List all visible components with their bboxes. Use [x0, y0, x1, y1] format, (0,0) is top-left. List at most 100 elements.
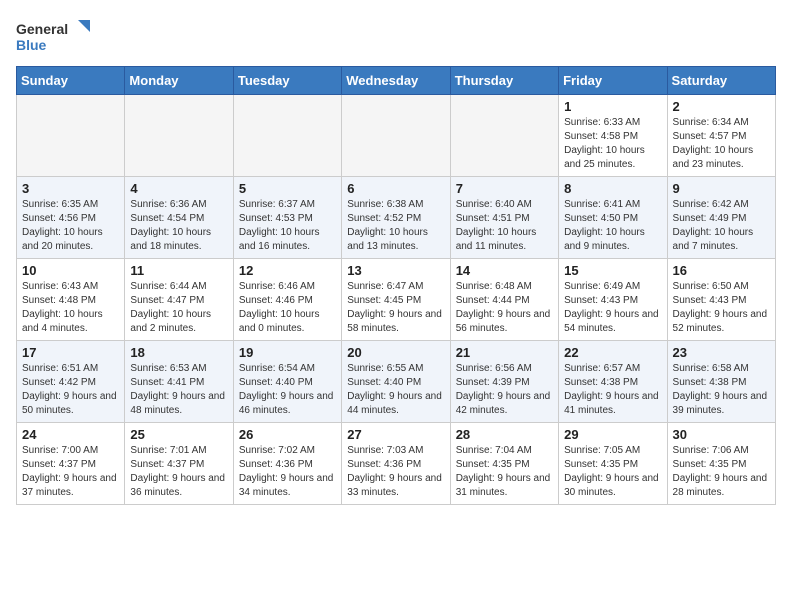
day-number: 20 [347, 345, 444, 360]
day-number: 18 [130, 345, 227, 360]
calendar-cell: 10 Sunrise: 6:43 AM Sunset: 4:48 PM Dayli… [17, 259, 125, 341]
day-info: Sunrise: 6:55 AM Sunset: 4:40 PM Dayligh… [347, 362, 444, 418]
calendar-cell [450, 95, 558, 177]
day-info: Sunrise: 6:57 AM Sunset: 4:38 PM Dayligh… [564, 362, 661, 418]
calendar-cell: 26 Sunrise: 7:02 AM Sunset: 4:36 PM Dayli… [233, 423, 341, 505]
day-info: Sunrise: 7:03 AM Sunset: 4:36 PM Dayligh… [347, 444, 444, 500]
day-number: 10 [22, 263, 119, 278]
calendar-cell: 23 Sunrise: 6:58 AM Sunset: 4:38 PM Dayli… [667, 341, 775, 423]
calendar-cell [342, 95, 450, 177]
calendar-cell: 4 Sunrise: 6:36 AM Sunset: 4:54 PM Daylig… [125, 177, 233, 259]
weekday-header-monday: Monday [125, 67, 233, 95]
calendar-cell [125, 95, 233, 177]
calendar-cell: 15 Sunrise: 6:49 AM Sunset: 4:43 PM Dayli… [559, 259, 667, 341]
calendar-cell: 14 Sunrise: 6:48 AM Sunset: 4:44 PM Dayli… [450, 259, 558, 341]
day-number: 29 [564, 427, 661, 442]
day-number: 23 [673, 345, 770, 360]
day-info: Sunrise: 6:34 AM Sunset: 4:57 PM Dayligh… [673, 116, 770, 172]
calendar-cell: 27 Sunrise: 7:03 AM Sunset: 4:36 PM Dayli… [342, 423, 450, 505]
day-info: Sunrise: 6:58 AM Sunset: 4:38 PM Dayligh… [673, 362, 770, 418]
calendar-cell: 22 Sunrise: 6:57 AM Sunset: 4:38 PM Dayli… [559, 341, 667, 423]
day-number: 13 [347, 263, 444, 278]
calendar-cell: 9Sunrise: 6:42 AM Sunset: 4:49 PM Daylig… [667, 177, 775, 259]
logo: General Blue [16, 16, 96, 56]
weekday-header-saturday: Saturday [667, 67, 775, 95]
day-info: Sunrise: 6:53 AM Sunset: 4:41 PM Dayligh… [130, 362, 227, 418]
calendar-cell: 12 Sunrise: 6:46 AM Sunset: 4:46 PM Dayli… [233, 259, 341, 341]
day-number: 9 [673, 181, 770, 196]
day-info: Sunrise: 6:54 AM Sunset: 4:40 PM Dayligh… [239, 362, 336, 418]
day-info: Sunrise: 6:44 AM Sunset: 4:47 PM Dayligh… [130, 280, 227, 336]
day-number: 8 [564, 181, 661, 196]
day-number: 5 [239, 181, 336, 196]
calendar-cell: 25Sunrise: 7:01 AM Sunset: 4:37 PM Dayli… [125, 423, 233, 505]
calendar-cell: 8 Sunrise: 6:41 AM Sunset: 4:50 PM Daylig… [559, 177, 667, 259]
calendar-cell: 28Sunrise: 7:04 AM Sunset: 4:35 PM Dayli… [450, 423, 558, 505]
day-info: Sunrise: 6:43 AM Sunset: 4:48 PM Dayligh… [22, 280, 119, 336]
day-number: 24 [22, 427, 119, 442]
calendar-week-1: 1 Sunrise: 6:33 AM Sunset: 4:58 PM Daylig… [17, 95, 776, 177]
weekday-header-tuesday: Tuesday [233, 67, 341, 95]
calendar-cell: 13 Sunrise: 6:47 AM Sunset: 4:45 PM Dayli… [342, 259, 450, 341]
day-info: Sunrise: 6:46 AM Sunset: 4:46 PM Dayligh… [239, 280, 336, 336]
weekday-header-sunday: Sunday [17, 67, 125, 95]
logo-svg: General Blue [16, 16, 96, 56]
day-number: 4 [130, 181, 227, 196]
day-info: Sunrise: 6:56 AM Sunset: 4:39 PM Dayligh… [456, 362, 553, 418]
day-number: 17 [22, 345, 119, 360]
day-info: Sunrise: 6:49 AM Sunset: 4:43 PM Dayligh… [564, 280, 661, 336]
weekday-header-thursday: Thursday [450, 67, 558, 95]
day-info: Sunrise: 7:00 AM Sunset: 4:37 PM Dayligh… [22, 444, 119, 500]
calendar-week-5: 24 Sunrise: 7:00 AM Sunset: 4:37 PM Dayli… [17, 423, 776, 505]
calendar-cell: 29 Sunrise: 7:05 AM Sunset: 4:35 PM Dayli… [559, 423, 667, 505]
calendar-cell: 3 Sunrise: 6:35 AM Sunset: 4:56 PM Daylig… [17, 177, 125, 259]
calendar-cell: 30 Sunrise: 7:06 AM Sunset: 4:35 PM Dayli… [667, 423, 775, 505]
day-number: 11 [130, 263, 227, 278]
day-number: 12 [239, 263, 336, 278]
day-info: Sunrise: 6:33 AM Sunset: 4:58 PM Dayligh… [564, 116, 661, 172]
day-info: Sunrise: 6:48 AM Sunset: 4:44 PM Dayligh… [456, 280, 553, 336]
calendar-week-3: 10 Sunrise: 6:43 AM Sunset: 4:48 PM Dayli… [17, 259, 776, 341]
day-info: Sunrise: 7:06 AM Sunset: 4:35 PM Dayligh… [673, 444, 770, 500]
day-number: 15 [564, 263, 661, 278]
day-number: 7 [456, 181, 553, 196]
calendar-cell: 18 Sunrise: 6:53 AM Sunset: 4:41 PM Dayli… [125, 341, 233, 423]
day-number: 6 [347, 181, 444, 196]
day-info: Sunrise: 6:38 AM Sunset: 4:52 PM Dayligh… [347, 198, 444, 254]
header: General Blue [16, 16, 776, 56]
weekday-header-row: SundayMondayTuesdayWednesdayThursdayFrid… [17, 67, 776, 95]
svg-text:Blue: Blue [16, 37, 47, 53]
day-number: 30 [673, 427, 770, 442]
day-number: 14 [456, 263, 553, 278]
calendar-cell [17, 95, 125, 177]
weekday-header-wednesday: Wednesday [342, 67, 450, 95]
day-info: Sunrise: 6:36 AM Sunset: 4:54 PM Dayligh… [130, 198, 227, 254]
calendar-week-2: 3 Sunrise: 6:35 AM Sunset: 4:56 PM Daylig… [17, 177, 776, 259]
day-info: Sunrise: 7:02 AM Sunset: 4:36 PM Dayligh… [239, 444, 336, 500]
calendar-cell: 20 Sunrise: 6:55 AM Sunset: 4:40 PM Dayli… [342, 341, 450, 423]
day-number: 21 [456, 345, 553, 360]
day-number: 1 [564, 99, 661, 114]
calendar-cell: 7Sunrise: 6:40 AM Sunset: 4:51 PM Daylig… [450, 177, 558, 259]
calendar-cell: 5 Sunrise: 6:37 AM Sunset: 4:53 PM Daylig… [233, 177, 341, 259]
calendar-cell: 2 Sunrise: 6:34 AM Sunset: 4:57 PM Daylig… [667, 95, 775, 177]
day-info: Sunrise: 6:47 AM Sunset: 4:45 PM Dayligh… [347, 280, 444, 336]
day-info: Sunrise: 6:35 AM Sunset: 4:56 PM Dayligh… [22, 198, 119, 254]
day-number: 27 [347, 427, 444, 442]
day-info: Sunrise: 6:41 AM Sunset: 4:50 PM Dayligh… [564, 198, 661, 254]
day-info: Sunrise: 7:05 AM Sunset: 4:35 PM Dayligh… [564, 444, 661, 500]
svg-text:General: General [16, 21, 68, 37]
calendar-cell: 16Sunrise: 6:50 AM Sunset: 4:43 PM Dayli… [667, 259, 775, 341]
calendar-cell: 24 Sunrise: 7:00 AM Sunset: 4:37 PM Dayli… [17, 423, 125, 505]
weekday-header-friday: Friday [559, 67, 667, 95]
day-info: Sunrise: 7:04 AM Sunset: 4:35 PM Dayligh… [456, 444, 553, 500]
day-info: Sunrise: 6:37 AM Sunset: 4:53 PM Dayligh… [239, 198, 336, 254]
calendar-cell [233, 95, 341, 177]
day-number: 22 [564, 345, 661, 360]
calendar-cell: 21 Sunrise: 6:56 AM Sunset: 4:39 PM Dayli… [450, 341, 558, 423]
day-number: 3 [22, 181, 119, 196]
day-number: 25 [130, 427, 227, 442]
day-number: 26 [239, 427, 336, 442]
day-number: 2 [673, 99, 770, 114]
calendar-cell: 6 Sunrise: 6:38 AM Sunset: 4:52 PM Daylig… [342, 177, 450, 259]
